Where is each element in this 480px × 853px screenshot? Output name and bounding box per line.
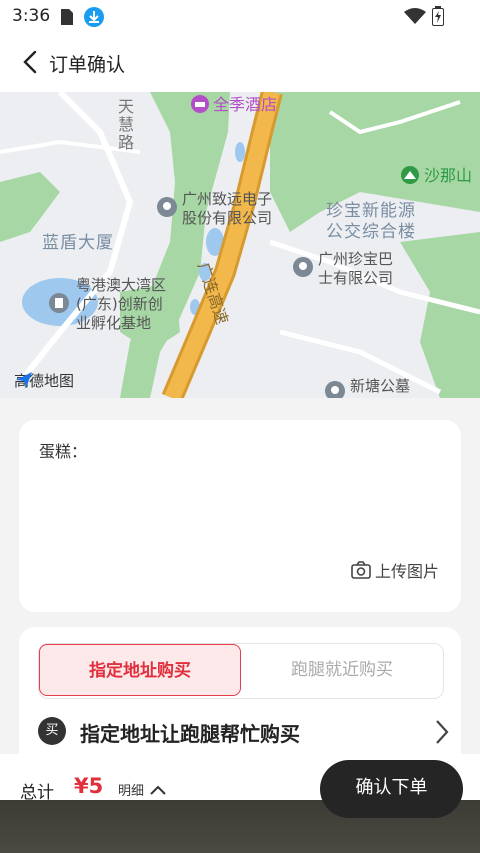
purchase-tabs: 指定地址购买 跑腿就近购买 [38,643,444,699]
buy-badge: 买 [38,717,66,745]
chevron-up-icon [150,785,166,795]
location-pin-icon [157,197,177,217]
map-label-mountain: 沙那山 [424,166,473,185]
map-label-xintang: 新塘公墓 [350,377,411,395]
price-detail-toggle[interactable]: 明细 [118,780,166,799]
status-bar: 3:36 [0,0,480,36]
status-time: 3:36 [12,6,51,26]
tab-nearby-purchase[interactable]: 跑腿就近购买 [241,644,443,696]
map-label-incubator-line2: (广东)创新创 [76,295,163,313]
detail-label: 明细 [118,784,145,799]
battery-icon [432,6,444,26]
page-header: 订单确认 [0,36,480,92]
map-label-company1-line2: 股份有限公司 [182,209,273,227]
upload-label: 上传图片 [374,562,439,581]
map-label-incubator-line3: 业孵化基地 [76,314,152,332]
map-label-energy-line1: 珍宝新能源 [326,201,416,221]
chevron-right-icon [436,720,449,744]
page-title: 订单确认 [49,54,126,76]
map-label-hotel: 全季酒店 [213,95,278,114]
purchase-card: 指定地址购买 跑腿就近购买 买 指定地址让跑腿帮忙购买 [19,627,461,767]
map-view[interactable]: 全季酒店 沙那山 天慧路 广州致远电子 股份有限公司 珍宝新能源 公交综合楼 广… [0,92,480,398]
map-label-landun: 蓝盾大厦 [42,233,114,253]
camera-icon [351,561,371,579]
note-card: 蛋糕： 上传图片 [19,420,461,612]
map-label-company1-line1: 广州致远电子 [182,190,273,208]
hotel-icon [191,95,209,113]
back-arrow-icon[interactable] [18,48,46,76]
wifi-icon [404,8,426,24]
total-price: ¥5 [74,774,104,798]
mountain-icon [401,166,419,184]
tab-designated-address[interactable]: 指定地址购买 [39,644,241,696]
map-label-incubator-line1: 粤港澳大湾区 [76,276,167,294]
location-pin-icon [325,381,345,398]
sim-card-icon [61,9,73,25]
purchase-mode-row[interactable]: 买 指定地址让跑腿帮忙购买 [38,715,449,749]
navigation-arrow-icon [16,372,32,388]
note-label: 蛋糕： [39,442,88,461]
upload-image-button[interactable]: 上传图片 [351,558,439,582]
map-label-street: 天慧路 [118,97,135,152]
incubator-icon [49,293,69,313]
location-pin-icon [293,257,313,277]
map-label-bus-line2: 士有限公司 [318,269,394,287]
download-icon [84,7,104,27]
map-label-energy-line2: 公交综合楼 [326,222,416,242]
map-logo: 高德地图 [14,370,74,391]
map-label-bus-line1: 广州珍宝巴 [318,250,394,268]
confirm-order-button[interactable]: 确认下单 [320,760,463,818]
purchase-description: 指定地址让跑腿帮忙购买 [80,722,300,746]
